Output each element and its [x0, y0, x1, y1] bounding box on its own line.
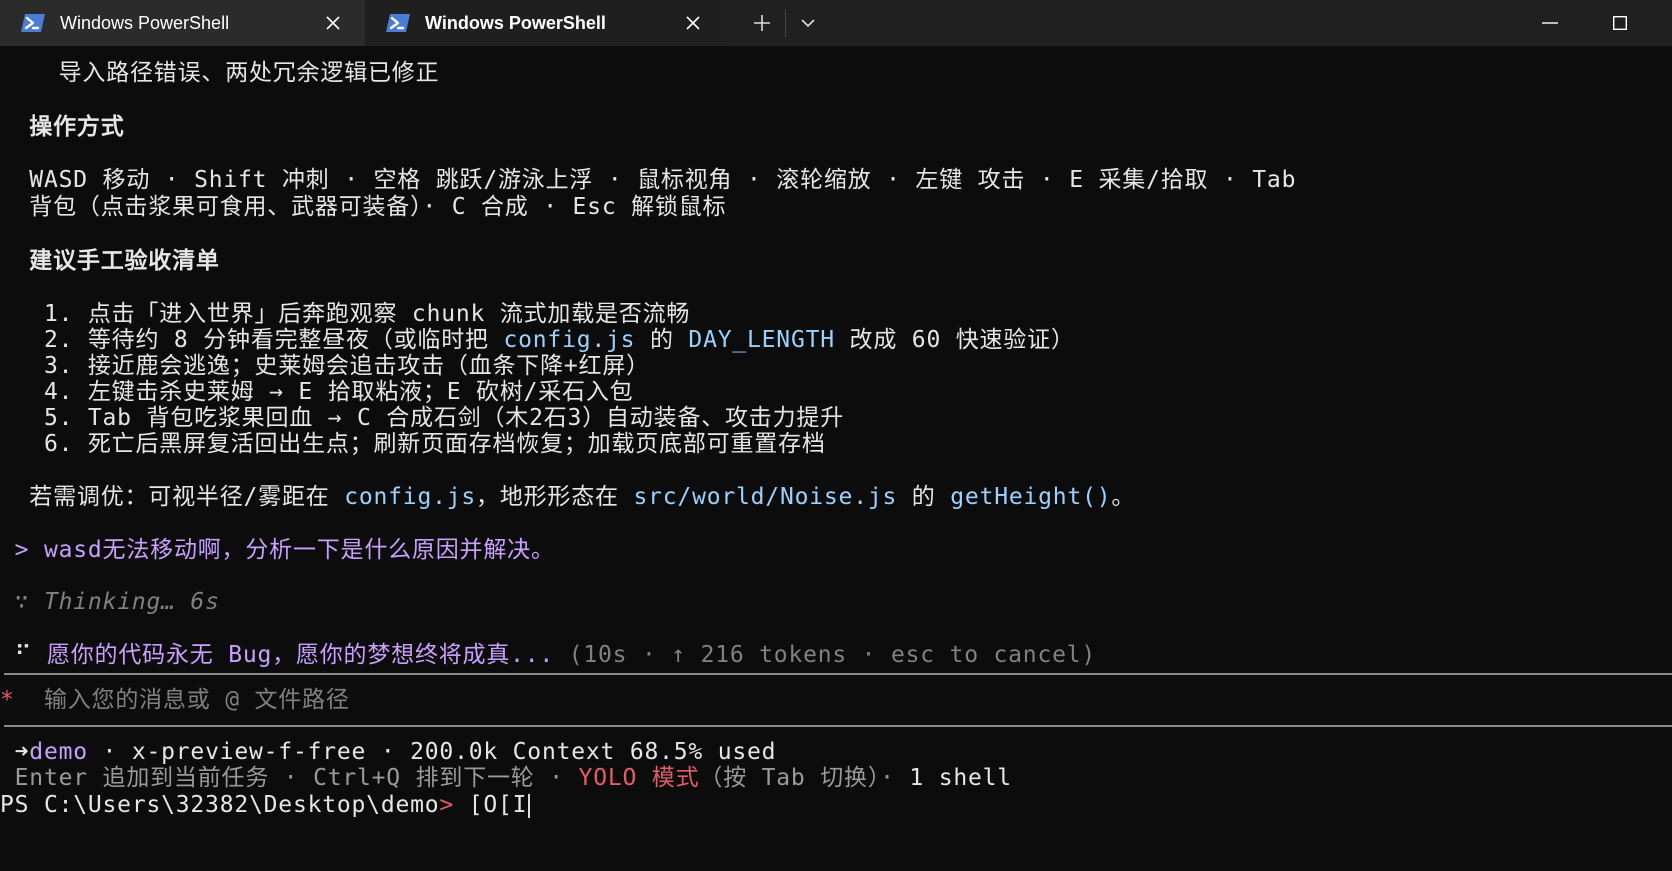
hint-text: Enter 追加到当前任务 · Ctrl+Q 排到下一轮 · [0, 765, 579, 791]
checklist-item-6: 6. 死亡后黑屏复活回出生点；刷新页面存档恢复；加载页底部可重置存档 [0, 431, 826, 457]
arrow-icon: ➜ [0, 739, 30, 765]
title-bar: Windows PowerShell Windows PowerShell [0, 0, 1672, 46]
status-spinner-icon: ⠋ [0, 642, 47, 668]
yolo-mode-badge: YOLO 模式 [578, 765, 700, 791]
minimize-icon [1542, 22, 1558, 24]
close-icon[interactable] [683, 13, 703, 33]
hint-text: （按 Tab 切换）· [699, 765, 910, 791]
maximize-icon [1613, 16, 1627, 30]
code-config-js: config.js [503, 327, 636, 353]
code-day-length: DAY_LENGTH [688, 327, 835, 353]
model-info: · x-preview-f-free · 200.0k Context 68.5… [87, 739, 777, 765]
controls-line-1: WASD 移动 · Shift 冲刺 · 空格 跳跃/游泳上浮 · 鼠标视角 ·… [0, 167, 1297, 193]
input-placeholder[interactable]: 输入您的消息或 @ 文件路径 [15, 687, 350, 713]
shell-prompt: PS C:\Users\32382\Desktop\demo [0, 792, 440, 818]
tuning-text: ，地形形态在 [476, 484, 634, 510]
shell-input[interactable]: [O[I [454, 792, 527, 818]
input-divider-top [4, 673, 1672, 675]
checklist-item-1: 1. 点击「进入世界」后奔跑观察 chunk 流式加载是否流畅 [0, 301, 691, 327]
close-icon[interactable] [323, 13, 343, 33]
checklist-item-4: 4. 左键击杀史莱姆 → E 拾取粘液；E 砍树/采石入包 [0, 379, 634, 405]
powershell-icon [21, 14, 45, 32]
section-title-checklist: 建议手工验收清单 [0, 248, 220, 274]
minimize-button[interactable] [1512, 0, 1588, 46]
output-fix-summary: 导入路径错误、两处冗余逻辑已修正 [0, 60, 440, 86]
input-marker-icon: * [0, 687, 15, 713]
checklist-item-5: 5. Tab 背包吃浆果回血 → C 合成石剑（木2石3）自动装备、攻击力提升 [0, 405, 845, 431]
project-name: demo [29, 739, 88, 765]
tuning-text: 若需调优：可视半径/雾距在 [0, 484, 345, 510]
thinking-spinner-icon: ∵ [0, 589, 44, 615]
footer-hints: Enter 追加到当前任务 · Ctrl+Q 排到下一轮 · YOLO 模式（按… [0, 764, 1012, 792]
plus-icon [754, 15, 770, 31]
thinking-indicator: ∵ Thinking… 6s [0, 588, 220, 616]
tab-label: Windows PowerShell [60, 12, 230, 33]
checklist-item-2-text: 的 [635, 327, 689, 353]
status-meta: (10s · ↑ 216 tokens · esc to cancel) [554, 642, 1097, 668]
status-message: 愿你的代码永无 Bug，愿你的梦想终将成真... [46, 642, 555, 668]
tab-label: Windows PowerShell [425, 12, 606, 33]
checklist-item-2: 2. 等待约 8 分钟看完整昼夜（或临时把 config.js 的 DAY_LE… [0, 326, 1075, 354]
prompt-marker: > [0, 537, 44, 563]
tab-windows-powershell-1[interactable]: Windows PowerShell [0, 0, 365, 46]
new-tab-button[interactable] [740, 0, 784, 46]
checklist-item-3: 3. 接近鹿会逃逸；史莱姆会追击攻击（血条下降+红屏） [0, 353, 650, 379]
code-config-js: config.js [344, 484, 477, 510]
tuning-text: 的 [897, 484, 951, 510]
footer-context: ➜demo · x-preview-f-free · 200.0k Contex… [0, 738, 776, 766]
terminal-pane[interactable]: 导入路径错误、两处冗余逻辑已修正 操作方式 WASD 移动 · Shift 冲刺… [0, 46, 1672, 871]
checklist-item-2-text: 改成 60 快速验证） [834, 327, 1075, 353]
powershell-icon [386, 14, 410, 32]
prompt-history-text: wasd无法移动啊，分析一下是什么原因并解决。 [43, 537, 555, 563]
tuning-hint: 若需调优：可视半径/雾距在 config.js，地形形态在 src/world/… [0, 483, 1135, 511]
shell-count: 1 shell [909, 765, 1012, 791]
shell-prompt-symbol: > [439, 792, 455, 818]
shell-prompt-line[interactable]: PS C:\Users\32382\Desktop\demo> [O[I [0, 791, 531, 819]
prompt-history: > wasd无法移动啊，分析一下是什么原因并解决。 [0, 536, 555, 564]
controls-line-2: 背包（点击浆果可食用、武器可装备）· C 合成 · Esc 解锁鼠标 [0, 194, 727, 220]
checklist-item-2-text: 2. 等待约 8 分钟看完整昼夜（或临时把 [0, 327, 504, 353]
code-noise-js: src/world/Noise.js [633, 484, 898, 510]
maximize-button[interactable] [1582, 0, 1658, 46]
tab-windows-powershell-2[interactable]: Windows PowerShell [365, 0, 725, 46]
section-title-controls: 操作方式 [0, 114, 125, 140]
chevron-down-icon [801, 18, 815, 27]
status-line: ⠋ 愿你的代码永无 Bug，愿你的梦想终将成真... (10s · ↑ 216 … [0, 641, 1096, 669]
text-cursor [528, 793, 531, 818]
thinking-text: Thinking… 6s [43, 589, 220, 615]
tuning-text: 。 [1111, 484, 1136, 510]
tab-dropdown-button[interactable] [786, 0, 830, 46]
input-divider-bottom [4, 725, 1672, 727]
message-input[interactable]: * 输入您的消息或 @ 文件路径 [0, 686, 350, 714]
code-get-height: getHeight() [950, 484, 1112, 510]
